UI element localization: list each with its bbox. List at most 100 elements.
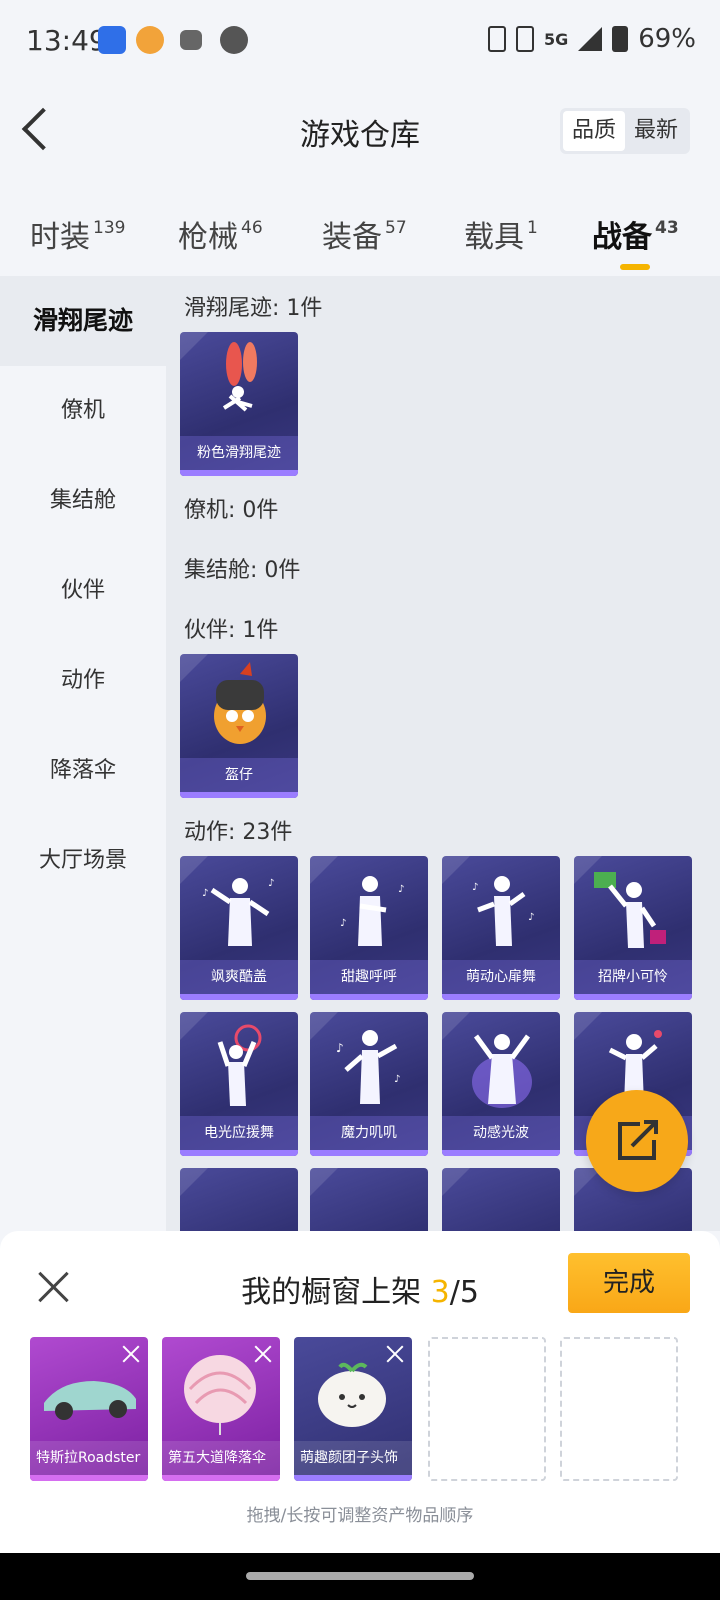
empty-slot[interactable] [428,1337,546,1481]
sidebar-item-emote[interactable]: 动作 [0,636,166,726]
item-name: 萌动心扉舞 [442,960,560,994]
rarity-bar [310,1150,428,1156]
svg-text:♪: ♪ [398,884,404,895]
sidebar-item-lobby-scene[interactable]: 大厅场景 [0,816,166,906]
empty-slot[interactable] [560,1337,678,1481]
battery-icon [612,26,629,52]
item-card[interactable] [180,1168,298,1231]
rarity-bar [180,792,298,798]
sidebar-item-rally-pod[interactable]: 集结舱 [0,456,166,546]
home-gesture-bar[interactable] [246,1572,474,1580]
check-icon [180,332,208,360]
item-card[interactable]: 电光应援舞 [180,1012,298,1156]
item-card[interactable]: ♪ ♪ 魔力叽叽 [310,1012,428,1156]
check-icon [180,856,208,884]
tab-battle-gear[interactable]: 战备 43 [592,212,679,270]
tab-active-indicator [620,264,650,270]
item-name: 粉色滑翔尾迹 [180,436,298,470]
item-card[interactable] [310,1168,428,1231]
app-notification-icon [98,26,126,54]
category-tabs: 时装 139 枪械 46 装备 57 载具 1 战备 43 [0,190,720,272]
tab-label: 战备 [592,220,652,255]
slot-item-name: 萌趣颜团子头饰 [294,1441,412,1475]
rarity-bar [574,994,692,1000]
showcase-slot[interactable]: 萌趣颜团子头饰 [294,1337,412,1481]
status-bar: 13:49 5G 69% [0,0,720,80]
section-title: 伙伴: 1件 [184,618,279,643]
sidebar-item-parachute[interactable]: 降落伞 [0,726,166,816]
item-card[interactable]: 动感光波 [442,1012,560,1156]
tab-label: 枪械 [178,220,238,255]
item-card[interactable]: ♪ ♪ 甜趣呼呼 [310,856,428,1000]
done-button[interactable]: 完成 [568,1253,690,1313]
item-name: 动感光波 [442,1116,560,1150]
tab-count: 46 [241,218,263,238]
sim-icon [515,26,534,52]
rarity-bar [442,994,560,1000]
check-icon [442,1168,470,1196]
item-name: 招牌小可怜 [574,960,692,994]
tab-label: 时装 [30,220,90,255]
system-nav-bar [0,1553,720,1600]
remove-icon[interactable] [252,1343,274,1365]
tab-count: 57 [385,218,407,238]
svg-text:♪: ♪ [202,888,208,899]
sidebar: 滑翔尾迹 僚机 集结舱 伙伴 动作 降落伞 大厅场景 [0,276,166,1231]
network-type: 5G [543,29,569,49]
svg-text:♪: ♪ [472,882,478,893]
check-icon [180,654,208,682]
check-icon [310,1168,338,1196]
check-icon [442,1012,470,1040]
sidebar-item-glide-trail[interactable]: 滑翔尾迹 [0,276,166,366]
item-name: 电光应援舞 [180,1116,298,1150]
check-icon [574,1012,602,1040]
check-icon [442,856,470,884]
check-icon [310,1012,338,1040]
rarity-bar [162,1475,280,1481]
tab-vehicles[interactable]: 载具 1 [464,212,538,256]
showcase-slot[interactable]: 第五大道降落伞 [162,1337,280,1481]
item-card[interactable] [442,1168,560,1231]
item-card[interactable]: 盔仔 [180,654,298,798]
vibrate-icon [487,26,506,52]
rarity-bar [442,1150,560,1156]
item-card[interactable]: ♪ ♪ 飒爽酷盖 [180,856,298,1000]
sort-toggle: 品质 最新 [560,108,690,154]
slot-item-name: 特斯拉Roadster [30,1441,148,1475]
tab-fashion[interactable]: 时装 139 [30,212,125,256]
item-name: 飒爽酷盖 [180,960,298,994]
svg-text:♪: ♪ [336,1041,344,1055]
tab-guns[interactable]: 枪械 46 [178,212,263,256]
item-card[interactable]: 招牌小可怜 [574,856,692,1000]
showcase-slot[interactable]: 特斯拉Roadster [30,1337,148,1481]
tab-count: 43 [655,218,679,238]
sort-newest-option[interactable]: 最新 [625,111,687,151]
game-notification-icon [136,26,164,54]
share-button[interactable] [586,1090,688,1192]
tab-equipment[interactable]: 装备 57 [322,212,407,256]
svg-text:♪: ♪ [340,918,346,929]
section-title: 滑翔尾迹: 1件 [184,296,323,321]
remove-icon[interactable] [120,1343,142,1365]
item-card[interactable]: ♪ ♪ 萌动心扉舞 [442,856,560,1000]
rarity-bar [180,1150,298,1156]
status-time: 13:49 [26,24,107,57]
tab-label: 装备 [322,220,382,255]
item-card[interactable]: 粉色滑翔尾迹 [180,332,298,476]
signal-icon [578,27,603,51]
showcase-panel: 我的橱窗上架 3/5 完成 特斯拉Roadster 第五大道降落伞 萌趣颜团子头… [0,1231,720,1553]
rarity-bar [180,994,298,1000]
sidebar-item-companion[interactable]: 伙伴 [0,546,166,636]
remove-icon[interactable] [384,1343,406,1365]
section-title: 动作: 23件 [184,820,293,845]
rarity-bar [294,1475,412,1481]
rarity-bar [30,1475,148,1481]
rarity-bar [310,994,428,1000]
calendar-notification-icon [220,26,248,54]
showcase-total: /5 [449,1275,479,1310]
sidebar-item-wingman[interactable]: 僚机 [0,366,166,456]
item-name: 甜趣呼呼 [310,960,428,994]
section-title: 集结舱: 0件 [184,558,301,583]
reorder-hint: 拖拽/长按可调整资产物品顺序 [246,1506,474,1526]
sort-quality-option[interactable]: 品质 [563,111,625,151]
